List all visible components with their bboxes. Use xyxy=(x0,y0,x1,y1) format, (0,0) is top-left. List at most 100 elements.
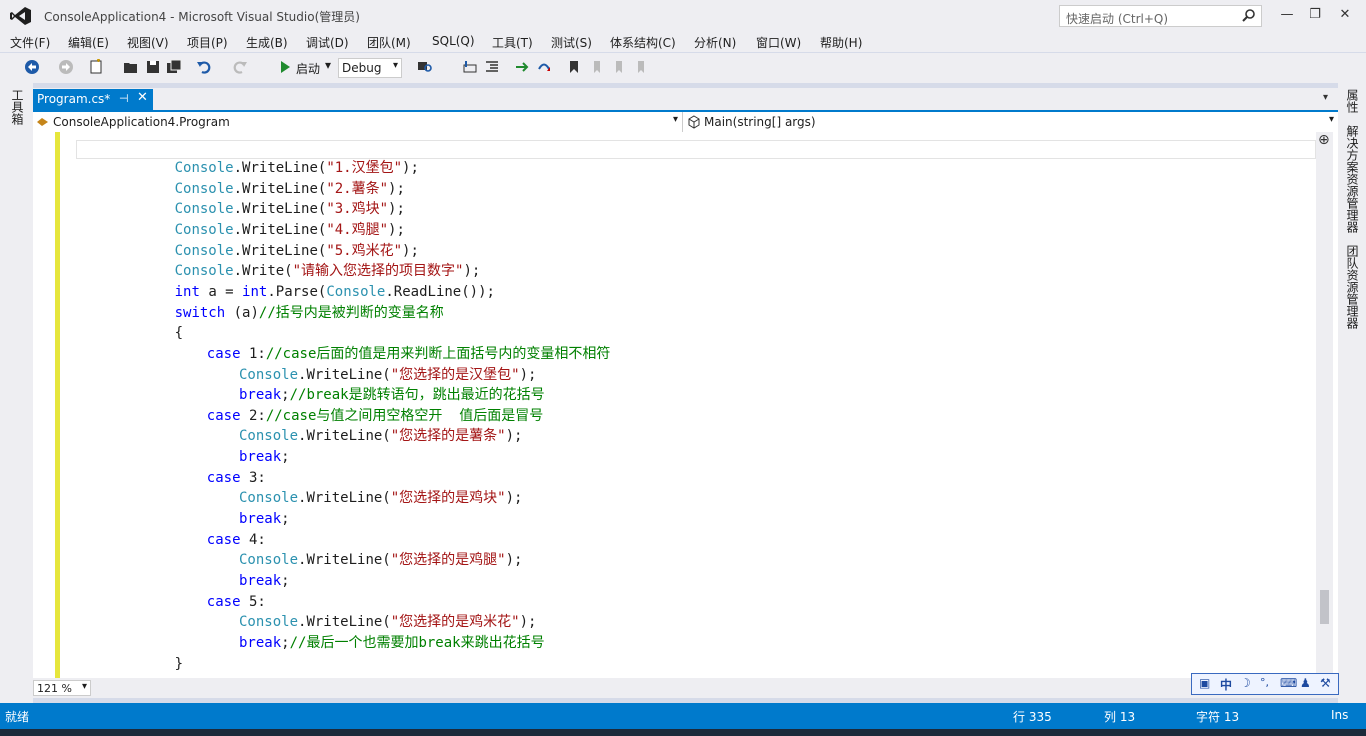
vertical-scrollbar[interactable]: ⊕ xyxy=(1316,132,1333,678)
menu-test[interactable]: 测试(S) xyxy=(551,34,592,51)
menu-team[interactable]: 团队(M) xyxy=(367,34,411,51)
properties-tab[interactable]: 属性 xyxy=(1344,89,1361,113)
punctuation-icon[interactable]: °, xyxy=(1260,676,1269,689)
restore-button[interactable]: ❐ xyxy=(1302,4,1328,26)
class-icon xyxy=(37,118,48,126)
code-line[interactable]: Console.WriteLine("您选择的是鸡块"); xyxy=(239,488,522,508)
new-project-icon[interactable] xyxy=(88,59,104,75)
code-line[interactable]: break; xyxy=(239,509,290,529)
code-line[interactable]: Console.WriteLine("5.鸡米花"); xyxy=(175,241,419,261)
menu-view[interactable]: 视图(V) xyxy=(127,34,169,51)
code-line[interactable]: Console.WriteLine("3.鸡块"); xyxy=(175,199,405,219)
menu-architecture[interactable]: 体系结构(C) xyxy=(610,34,676,51)
window-title: ConsoleApplication4 - Microsoft Visual S… xyxy=(44,10,360,24)
bookmark-icon[interactable] xyxy=(566,59,582,75)
search-icon[interactable] xyxy=(1242,8,1256,22)
code-line[interactable]: Console.WriteLine("您选择的是鸡腿"); xyxy=(239,550,522,570)
split-editor-icon[interactable]: ⊕ xyxy=(1318,132,1330,148)
code-line[interactable]: case 2://case与值之间用空格空开 值后面是冒号 xyxy=(207,406,543,426)
code-line[interactable]: case 3: xyxy=(207,468,266,488)
code-line[interactable]: switch (a)//括号内是被判断的变量名称 xyxy=(175,303,444,323)
code-line[interactable]: Console.WriteLine("1.汉堡包"); xyxy=(175,158,419,178)
tab-program-cs[interactable]: Program.cs* ⊣ ✕ xyxy=(33,89,153,110)
quick-launch-input[interactable]: 快速启动 (Ctrl+Q) xyxy=(1059,5,1262,27)
menu-help[interactable]: 帮助(H) xyxy=(820,34,862,51)
navigate-back-icon[interactable] xyxy=(24,59,40,75)
start-label[interactable]: 启动 xyxy=(296,60,320,77)
find-in-files-icon[interactable] xyxy=(417,59,433,75)
menu-sql[interactable]: SQL(Q) xyxy=(432,34,475,48)
menu-analyze[interactable]: 分析(N) xyxy=(694,34,736,51)
step-over-icon[interactable] xyxy=(536,59,552,75)
code-line[interactable]: Console.WriteLine("2.薯条"); xyxy=(175,179,405,199)
menu-build[interactable]: 生成(B) xyxy=(246,34,288,51)
member-dropdown[interactable]: Main(string[] args) ▾ xyxy=(684,112,1338,132)
solution-config-select[interactable]: Debug ▾ xyxy=(338,58,402,78)
horizontal-scrollbar[interactable]: 121 % ▾ xyxy=(33,678,1338,698)
clear-bookmarks-icon[interactable] xyxy=(632,59,648,75)
close-window-button[interactable]: ✕ xyxy=(1332,4,1358,26)
code-line[interactable]: Console.WriteLine("您选择的是薯条"); xyxy=(239,426,522,446)
code-token: Console xyxy=(174,160,234,176)
minimize-button[interactable]: — xyxy=(1274,4,1300,26)
toolbox-tab[interactable]: 工具箱 xyxy=(9,89,26,125)
code-token: Console xyxy=(174,201,234,218)
code-line[interactable]: Console.Write("请输入您选择的项目数字"); xyxy=(175,261,481,281)
class-dropdown[interactable]: ConsoleApplication4.Program ▾ xyxy=(33,112,683,132)
keyboard-icon[interactable]: ⌨ xyxy=(1280,676,1297,690)
save-icon[interactable] xyxy=(145,59,161,75)
menu-window[interactable]: 窗口(W) xyxy=(756,34,801,51)
menu-tools[interactable]: 工具(T) xyxy=(492,34,533,51)
chevron-down-icon: ▾ xyxy=(1328,114,1334,125)
comment-icon[interactable] xyxy=(462,59,478,75)
menu-file[interactable]: 文件(F) xyxy=(10,34,50,51)
close-tab-icon[interactable]: ✕ xyxy=(137,90,148,105)
code-token: int xyxy=(242,283,268,300)
start-debug-icon[interactable] xyxy=(277,59,293,75)
code-line[interactable]: } xyxy=(175,654,183,674)
solution-explorer-tab[interactable]: 解决方案资源管理器 xyxy=(1344,125,1361,233)
previous-bookmark-icon[interactable] xyxy=(588,59,604,75)
start-dropdown-icon[interactable]: ▾ xyxy=(325,58,331,72)
save-all-icon[interactable] xyxy=(166,59,182,75)
ime-language-label[interactable]: 中 xyxy=(1220,676,1232,693)
team-explorer-tab[interactable]: 团队资源管理器 xyxy=(1344,245,1361,329)
user-icon[interactable]: ♟ xyxy=(1300,676,1311,690)
code-line[interactable]: int a = int.Parse(Console.ReadLine()); xyxy=(175,282,495,302)
step-into-icon[interactable] xyxy=(514,59,530,75)
next-bookmark-icon[interactable] xyxy=(610,59,626,75)
code-line[interactable]: break;//break是跳转语句，跳出最近的花括号 xyxy=(239,385,545,405)
code-line[interactable]: case 4: xyxy=(207,530,266,550)
code-line[interactable]: case 1://case后面的值是用来判断上面括号内的变量相不相符 xyxy=(207,344,611,364)
indent-icon[interactable] xyxy=(484,59,500,75)
zoom-select[interactable]: 121 % ▾ xyxy=(33,680,91,696)
menu-debug[interactable]: 调试(D) xyxy=(306,34,349,51)
half-width-icon[interactable]: ☽ xyxy=(1240,676,1251,690)
code-line[interactable]: break;//最后一个也需要加break来跳出花括号 xyxy=(239,633,545,653)
redo-icon[interactable] xyxy=(232,59,248,75)
code-line[interactable]: { xyxy=(175,323,183,343)
code-line[interactable]: Console.WriteLine("您选择的是鸡米花"); xyxy=(239,612,536,632)
scroll-thumb[interactable] xyxy=(1320,590,1329,624)
method-icon xyxy=(688,115,700,129)
pin-icon[interactable]: ⊣ xyxy=(119,92,129,105)
code-token: "请输入您选择的项目数字" xyxy=(292,263,464,280)
code-line[interactable]: break; xyxy=(239,571,290,591)
navigate-forward-icon[interactable] xyxy=(58,59,74,75)
tab-overflow-icon[interactable]: ▾ xyxy=(1323,92,1328,103)
settings-wrench-icon[interactable]: ⚒ xyxy=(1320,676,1331,690)
open-file-icon[interactable] xyxy=(123,59,139,75)
ime-toolbar[interactable]: ▣ 中 ☽ °, ⌨ ♟ ⚒ xyxy=(1191,673,1339,695)
code-token: Console xyxy=(326,283,386,300)
code-line[interactable]: Console.WriteLine("4.鸡腿"); xyxy=(175,220,405,240)
code-line[interactable]: break; xyxy=(239,447,290,467)
ime-mode-icon[interactable]: ▣ xyxy=(1199,676,1210,690)
undo-icon[interactable] xyxy=(196,59,212,75)
code-line[interactable]: Console.WriteLine("您选择的是汉堡包"); xyxy=(239,365,536,385)
code-line[interactable]: case 5: xyxy=(207,592,266,612)
code-token: //case后面的值是用来判断上面括号内的变量相不相符 xyxy=(265,345,611,362)
menu-edit[interactable]: 编辑(E) xyxy=(68,34,109,51)
menu-project[interactable]: 项目(P) xyxy=(187,34,228,51)
code-editor[interactable]: Console.WriteLine("1.汉堡包"); Console.Write… xyxy=(33,132,1338,678)
code-token: .WriteLine( xyxy=(233,221,327,238)
